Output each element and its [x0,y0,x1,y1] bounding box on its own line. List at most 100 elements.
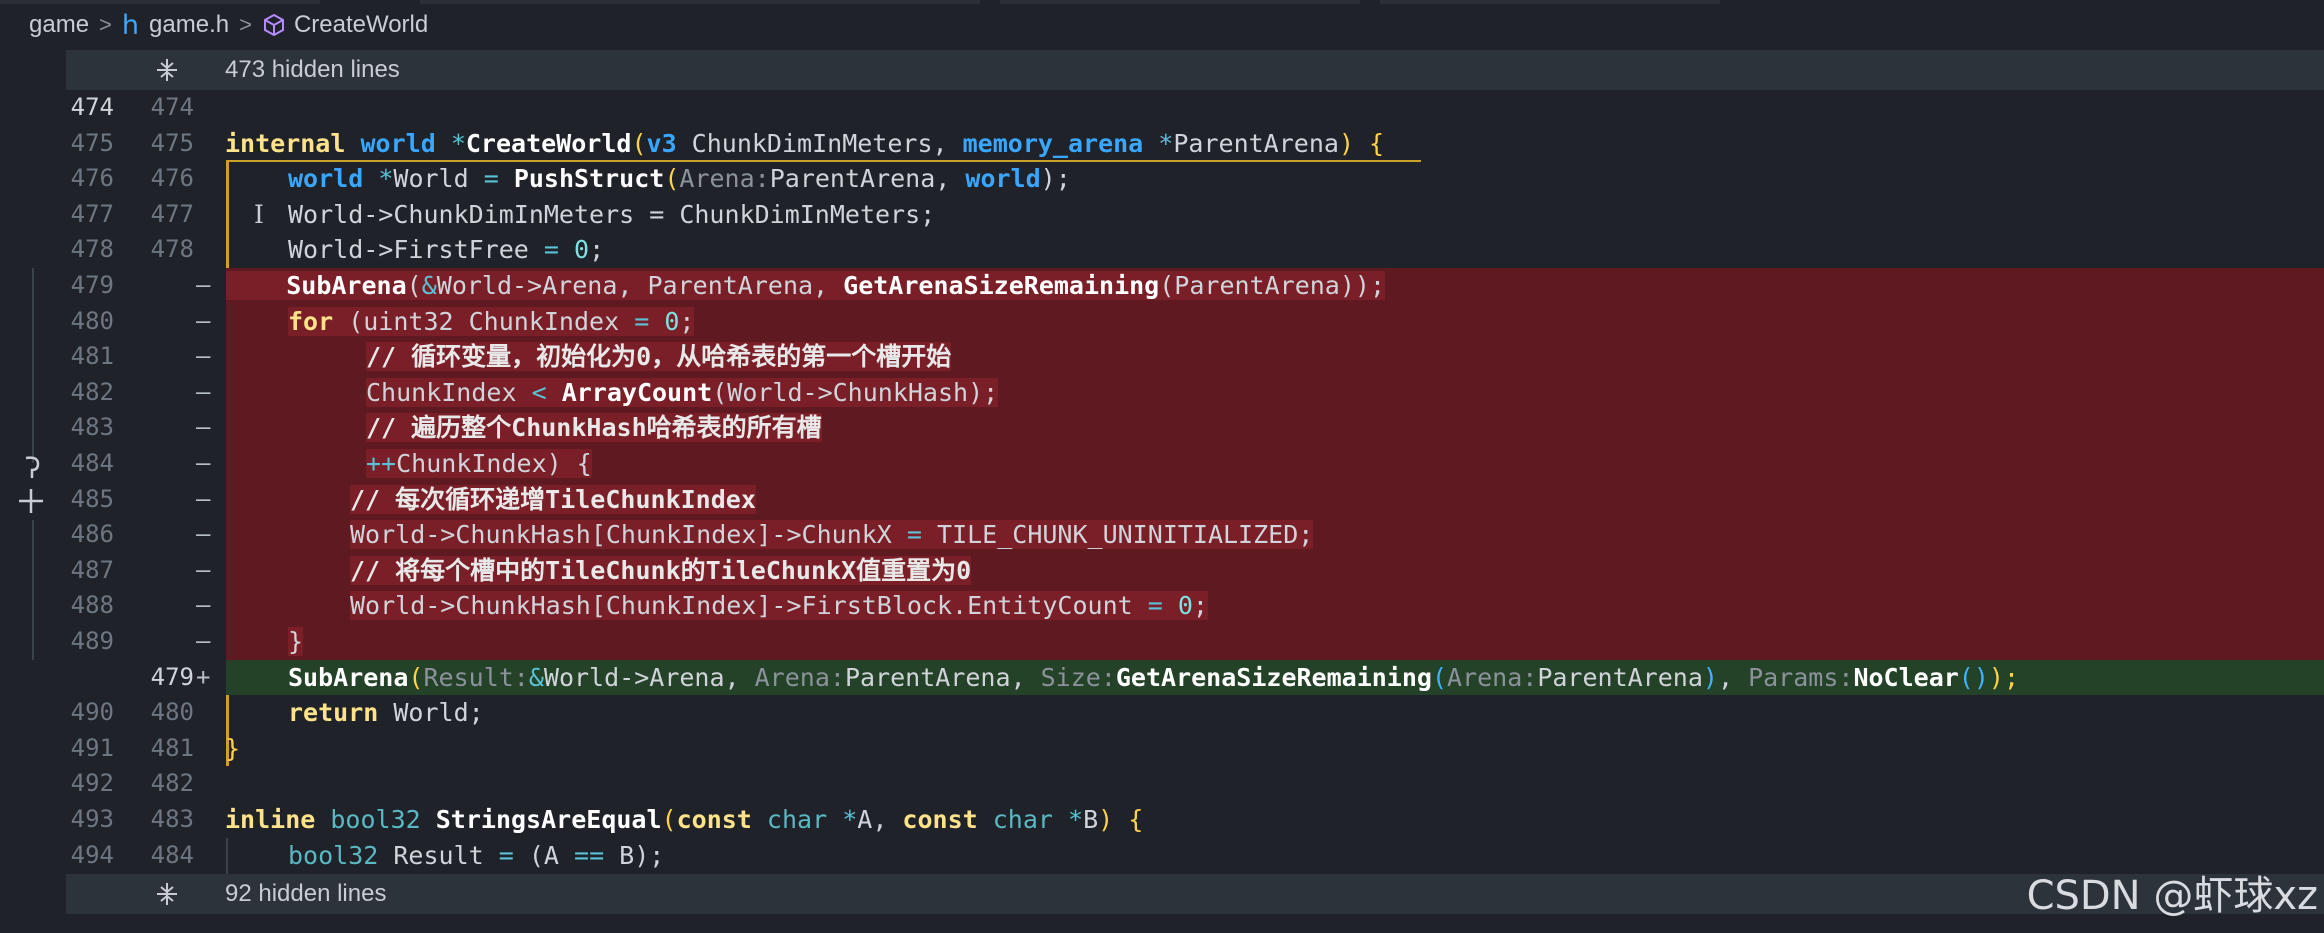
diff-marker: — [196,413,211,442]
param: A, [857,805,903,834]
unfold-icon[interactable] [154,881,180,914]
punct: ; [589,235,605,265]
diff-marker: — [196,306,211,335]
new-line-number: 476 [150,164,194,193]
diff-marker: — [196,591,211,620]
code-line: 474 474 [0,90,2324,126]
keyword: internal [225,128,346,158]
function-name: GetArenaSizeRemaining [843,271,1160,300]
new-line-number: 477 [150,199,194,228]
hidden-lines-top[interactable]: 473 hidden lines [66,50,2324,90]
inlay-hint: Params: [1748,662,1854,692]
argument: (World->ChunkHash); [712,377,999,407]
code-comment: // 循环变量，初始化为0，从哈希表的第一个槽开始 [366,339,952,375]
punct: ); [1988,662,2020,692]
code-text: bool32 Result = (A == B); [288,838,664,874]
function-name: CreateWorld [465,128,632,158]
operator: * [1068,805,1084,834]
indent-guide [226,837,228,874]
new-line-number: 479 [150,662,194,691]
param: ChunkDimInMeters, [676,128,963,158]
deleted-line-bg [226,624,2324,660]
argument: ParentArena [1537,662,1703,692]
diff-marker: — [196,627,211,655]
paren: ) [1338,128,1354,158]
operator: ++ [366,449,397,478]
type: char [766,805,828,834]
code-line: 475 475 internal world *CreateWorld(v3 C… [0,126,2324,162]
old-line-number: 476 [70,164,114,193]
paren: ( [406,271,422,300]
inlay-hint: Result: [423,662,529,692]
operator: = [498,840,514,870]
type: char [992,805,1053,834]
breadcrumb-folder[interactable]: game [29,11,89,39]
argument: (ParentArena)); [1159,271,1386,300]
function-name: ArrayCount [561,377,713,407]
type: world [288,164,364,194]
old-line-number: 485 [70,484,114,513]
paren: ( [408,662,424,692]
inlay-hint: Arena: [679,164,770,194]
chevron-right-icon: > [239,12,252,37]
breadcrumb-file[interactable]: game.h [149,11,229,39]
hidden-lines-bottom[interactable]: 92 hidden lines [66,874,2324,914]
new-line-number: 481 [150,733,194,762]
diff-marker: — [196,555,211,584]
deleted-line: 480 — for (uint32 ChunkIndex = 0; [0,303,2324,340]
operator: = [634,306,650,336]
identifier: Result [378,840,499,870]
code-line: 477 477 I World->ChunkDimInMeters = Chun… [0,197,2324,233]
code-text: SubArena(Result:&World->Arena, Arena:Par… [288,660,2019,696]
number: 0 [574,235,590,265]
bottom-strip [0,914,2324,933]
argument: ParentArena, [769,164,966,194]
old-line-number: 486 [70,520,114,549]
comment-text: // 将每个槽中的TileChunk的TileChunkX值重置为0 [350,555,972,585]
paren: ( [661,805,677,834]
code-text: World->FirstFree = 0; [288,232,604,268]
old-line-number: 491 [70,733,114,762]
operator: < [531,377,547,407]
code-text: ChunkIndex < ArrayCount(World->ChunkHash… [366,375,999,411]
breadcrumb: game > h game.h > CreateWorld [0,0,2324,50]
brace: } [225,733,241,763]
new-line-number: 480 [150,698,194,727]
paren: ( [1431,662,1448,692]
old-line-number: 482 [70,377,114,406]
type: world [965,164,1041,194]
operator: * [450,128,466,158]
type: memory_arena [962,128,1144,158]
old-line-number: 477 [70,199,114,228]
code-text: for (uint32 ChunkIndex = 0; [288,304,695,340]
operator: = [543,235,559,265]
deleted-line: 488 — World->ChunkHash[ChunkIndex]->Firs… [0,588,2324,624]
comment-text: // 每次循环递增TileChunkIndex [350,484,756,514]
diff-marker: — [196,520,211,549]
deleted-line: 485 — // 每次循环递增TileChunkIndex [0,481,2324,518]
unfold-icon[interactable] [154,57,180,90]
old-line-number: 488 [70,591,114,620]
old-line-number: 483 [70,413,114,442]
tab-strip-segment [1380,0,1720,4]
type: bool32 [288,840,379,870]
number: 0 [664,306,680,336]
identifier: World; [378,698,484,728]
code-comment: // 遍历整个ChunkHash哈希表的所有槽 [366,410,822,446]
code-comment: // 将每个槽中的TileChunk的TileChunkX值重置为0 [350,553,972,589]
deleted-line: 484 — ++ChunkIndex) { [0,446,2324,482]
punct: ; [1192,591,1208,621]
keyword: inline [225,805,316,834]
breadcrumb-symbol[interactable]: CreateWorld [294,11,428,39]
code-line: 492 482 [0,766,2324,802]
code-line: 493 483 inline bool32 StringsAreEqual(co… [0,802,2324,838]
code-editor[interactable]: 474 474 475 475 internal world *CreateWo… [0,90,2324,874]
comment-text: // 遍历整个ChunkHash哈希表的所有槽 [366,413,822,443]
operator: & [528,662,544,692]
code-line: 478 478 World->FirstFree = 0; [0,232,2324,268]
code-comment: // 每次循环递增TileChunkIndex [350,482,756,518]
deleted-line: 483 — // 遍历整个ChunkHash哈希表的所有槽 [0,410,2324,446]
operator: * [378,164,394,194]
diff-marker: — [196,377,211,406]
code-text: ++ChunkIndex) { [366,446,592,482]
